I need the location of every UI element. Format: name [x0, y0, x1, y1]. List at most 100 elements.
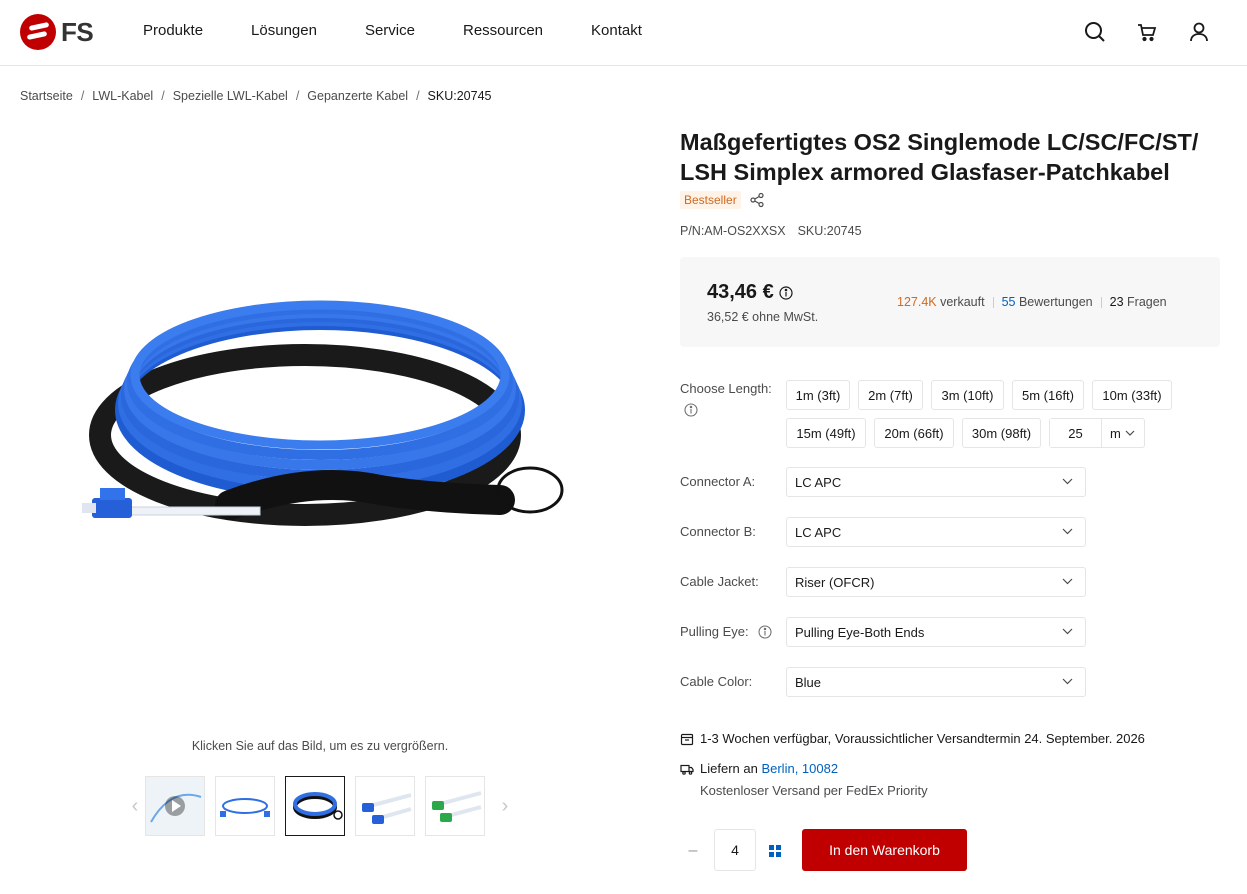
availability-text: 1-3 Wochen verfügbar, Voraussichtlicher … [700, 731, 1145, 746]
length-option-30m[interactable]: 30m (98ft) [962, 418, 1041, 448]
price-value: 43,46 € [707, 281, 774, 303]
chevron-down-icon [1062, 478, 1073, 485]
badge-row: Bestseller [680, 191, 765, 209]
deliver-to-location-link[interactable]: Berlin, 10082 [761, 761, 838, 776]
connector-b-select[interactable]: LC APC [786, 517, 1086, 547]
questions-label[interactable]: Fragen [1127, 295, 1167, 309]
thumbnail-image [432, 791, 482, 822]
length-option-20m[interactable]: 20m (66ft) [874, 418, 954, 448]
length-unit-value: m [1110, 425, 1121, 441]
breadcrumb-separator: / [416, 89, 420, 103]
share-icon[interactable] [749, 192, 765, 208]
thumbnail-patch-cable-loop[interactable] [215, 776, 275, 836]
price-box: 43,46 € 36,52 € ohne MwSt. 127.4K verkau… [680, 257, 1220, 347]
sold-count: 127.4K [897, 295, 937, 309]
cable-color-value: Blue [795, 674, 822, 690]
pulling-eye-value: Pulling Eye-Both Ends [795, 624, 925, 640]
length-unit-select[interactable]: m [1110, 426, 1135, 441]
thumbnail-strip: ‹ › [125, 776, 515, 836]
product-title: Maßgefertigtes OS2 Singlemode LC/SC/FC/S… [680, 129, 1199, 185]
cart-icon[interactable] [1135, 20, 1159, 44]
fs-logo[interactable]: FS [20, 14, 94, 50]
connector-b-label: Connector B: [680, 524, 756, 539]
pulling-eye-label-row: Pulling Eye: [680, 624, 772, 639]
breadcrumb-startseite[interactable]: Startseite [20, 89, 73, 103]
cable-jacket-select[interactable]: Riser (OFCR) [786, 567, 1086, 597]
nav-item-kontakt[interactable]: Kontakt [591, 22, 642, 39]
cable-color-select[interactable]: Blue [786, 667, 1086, 697]
price-gross: 43,46 € [707, 281, 793, 304]
shipping-info: Kostenloser Versand per FedEx Priority [700, 783, 928, 798]
pulling-eye-select[interactable]: Pulling Eye-Both Ends [786, 617, 1086, 647]
plus-icon [769, 845, 781, 857]
chevron-down-icon [1062, 578, 1073, 585]
thumbnail-lc-connectors-blue[interactable] [355, 776, 415, 836]
breadcrumb-lwl-kabel[interactable]: LWL-Kabel [92, 89, 153, 103]
nav-item-ressourcen[interactable]: Ressourcen [463, 22, 543, 39]
quantity-increase-button[interactable] [764, 838, 786, 864]
header-actions [1055, 20, 1211, 44]
quantity-input[interactable] [714, 829, 756, 871]
availability-row: 1-3 Wochen verfügbar, Voraussichtlicher … [680, 731, 1145, 746]
pulling-eye-info-icon[interactable] [758, 624, 772, 639]
stat-divider [992, 296, 994, 308]
quantity-decrease-button[interactable]: – [680, 838, 706, 864]
length-option-10m[interactable]: 10m (33ft) [1092, 380, 1172, 410]
info-icon[interactable] [779, 285, 793, 300]
video-play-icon [146, 777, 204, 835]
length-info-icon[interactable] [684, 403, 698, 417]
thumbnail-video[interactable] [145, 776, 205, 836]
custom-length-input[interactable] [1050, 419, 1102, 447]
stat-divider [1100, 296, 1102, 308]
thumb-next-arrow-icon[interactable]: › [495, 776, 515, 836]
add-to-cart-button[interactable]: In den Warenkorb [802, 829, 967, 871]
breadcrumb-separator: / [161, 89, 165, 103]
thumbnail-armored-coil[interactable] [285, 776, 345, 836]
calendar-box-icon [680, 733, 694, 745]
part-number-row: P/N:AM-OS2XXSX SKU:20745 [680, 224, 874, 238]
length-option-5m[interactable]: 5m (16ft) [1012, 380, 1084, 410]
connector-b-value: LC APC [795, 524, 842, 540]
product-main-image[interactable] [80, 300, 580, 540]
reviews-label[interactable]: Bewertungen [1019, 295, 1093, 309]
length-option-3m[interactable]: 3m (10ft) [931, 380, 1004, 410]
chevron-down-icon [1062, 528, 1073, 535]
thumb-prev-arrow-icon[interactable]: ‹ [125, 776, 145, 836]
length-label: Choose Length: [680, 381, 772, 396]
deliver-to-row: Liefern an Berlin, 10082 [680, 761, 838, 776]
cable-jacket-value: Riser (OFCR) [795, 574, 875, 590]
nav-item-service[interactable]: Service [365, 22, 415, 39]
length-option-2m[interactable]: 2m (7ft) [858, 380, 923, 410]
thumbnail-lc-connectors-green[interactable] [425, 776, 485, 836]
cable-color-label: Cable Color: [680, 674, 753, 689]
length-option-15m[interactable]: 15m (49ft) [786, 418, 866, 448]
cable-jacket-label: Cable Jacket: [680, 574, 759, 589]
chevron-down-icon [1062, 628, 1073, 635]
user-icon[interactable] [1187, 20, 1211, 44]
zoom-hint: Klicken Sie auf das Bild, um es zu vergr… [191, 739, 449, 753]
breadcrumb: Startseite / LWL-Kabel / Spezielle LWL-K… [20, 89, 491, 103]
price-net: 36,52 € ohne MwSt. [707, 310, 819, 324]
breadcrumb-current-sku: SKU:20745 [427, 89, 492, 103]
main-nav: Produkte Lösungen Service Ressourcen Kon… [143, 22, 690, 39]
deliver-to-label: Liefern an [700, 761, 758, 776]
breadcrumb-spezielle-lwl-kabel[interactable]: Spezielle LWL-Kabel [173, 89, 288, 103]
fs-logo-mark [20, 14, 56, 50]
connector-a-value: LC APC [795, 474, 842, 490]
nav-item-produkte[interactable]: Produkte [143, 22, 203, 39]
connector-a-select[interactable]: LC APC [786, 467, 1086, 497]
truck-icon [680, 764, 694, 775]
nav-item-loesungen[interactable]: Lösungen [251, 22, 317, 39]
questions-count[interactable]: 23 [1110, 295, 1124, 309]
fs-logo-text: FS [61, 16, 94, 47]
product-stats: 127.4K verkauft 55 Bewertungen 23 Fragen [897, 295, 1167, 309]
thumbnail-image [362, 793, 412, 824]
custom-length: m [1049, 418, 1145, 448]
breadcrumb-separator: / [295, 89, 300, 103]
sold-label: verkauft [940, 295, 985, 309]
breadcrumb-gepanzerte-kabel[interactable]: Gepanzerte Kabel [307, 89, 408, 103]
search-icon[interactable] [1083, 20, 1107, 44]
length-option-1m[interactable]: 1m (3ft) [786, 380, 850, 410]
bestseller-badge: Bestseller [680, 191, 741, 209]
reviews-count[interactable]: 55 [1002, 295, 1016, 309]
